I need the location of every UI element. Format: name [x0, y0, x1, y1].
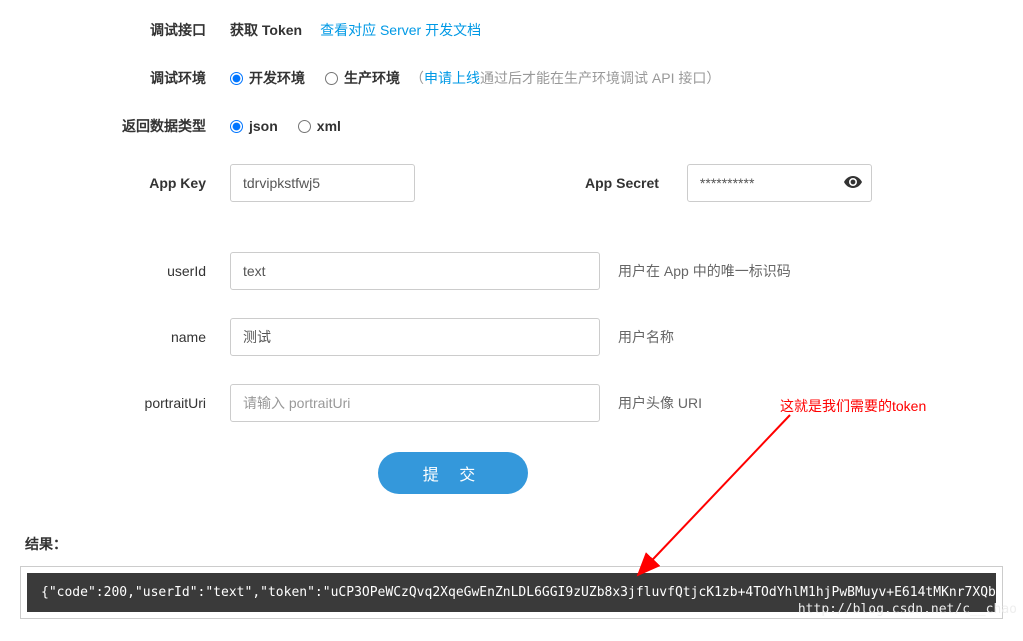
- submit-row: 提 交: [0, 452, 1023, 494]
- name-content: 用户名称: [230, 318, 1023, 356]
- env-label: 调试环境: [0, 68, 230, 88]
- datatype-label: 返回数据类型: [0, 116, 230, 136]
- datatype-radio-xml-input[interactable]: [298, 120, 311, 133]
- name-input[interactable]: [230, 318, 600, 356]
- appsecret-wrap: [687, 164, 872, 202]
- api-doc-link[interactable]: 查看对应 Server 开发文档: [320, 20, 481, 40]
- appkey-input[interactable]: [230, 164, 415, 202]
- userid-input[interactable]: [230, 252, 600, 290]
- api-label: 调试接口: [0, 20, 230, 40]
- portrait-row: portraitUri 用户头像 URI: [0, 384, 1023, 422]
- datatype-row: 返回数据类型 json xml: [0, 116, 1023, 136]
- userid-label: userId: [0, 263, 230, 279]
- datatype-radio-group: json xml: [230, 118, 341, 134]
- env-radio-prod-input[interactable]: [325, 72, 338, 85]
- portrait-input[interactable]: [230, 384, 600, 422]
- env-radio-dev-label: 开发环境: [249, 68, 305, 88]
- eye-icon[interactable]: [844, 175, 862, 191]
- datatype-radio-xml[interactable]: xml: [298, 118, 341, 134]
- result-box: {"code":200,"userId":"text","token":"uCP…: [20, 566, 1003, 619]
- datatype-radio-json[interactable]: json: [230, 118, 278, 134]
- datatype-radio-json-input[interactable]: [230, 120, 243, 133]
- name-desc: 用户名称: [618, 327, 674, 347]
- result-json: {"code":200,"userId":"text","token":"uCP…: [27, 573, 996, 612]
- env-radio-group: 开发环境 生产环境: [230, 68, 400, 88]
- env-radio-dev[interactable]: 开发环境: [230, 68, 305, 88]
- userid-content: 用户在 App 中的唯一标识码: [230, 252, 1023, 290]
- result-label: 结果：: [25, 534, 1023, 554]
- datatype-content: json xml: [230, 118, 1023, 134]
- portrait-content: 用户头像 URI: [230, 384, 1023, 422]
- datatype-radio-xml-label: xml: [317, 118, 341, 134]
- portrait-desc: 用户头像 URI: [618, 393, 702, 413]
- appkey-row: App Key App Secret: [0, 164, 1023, 202]
- userid-row: userId 用户在 App 中的唯一标识码: [0, 252, 1023, 290]
- userid-desc: 用户在 App 中的唯一标识码: [618, 261, 791, 281]
- appsecret-label: App Secret: [585, 175, 659, 191]
- api-row: 调试接口 获取 Token 查看对应 Server 开发文档: [0, 20, 1023, 40]
- env-hint-suffix: 通过后才能在生产环境调试 API 接口）: [480, 70, 720, 86]
- env-hint: （申请上线通过后才能在生产环境调试 API 接口）: [410, 68, 720, 88]
- env-hint-prefix: （: [410, 70, 424, 86]
- appkey-label: App Key: [0, 175, 230, 191]
- name-label: name: [0, 329, 230, 345]
- submit-button[interactable]: 提 交: [378, 452, 528, 494]
- env-radio-prod[interactable]: 生产环境: [325, 68, 400, 88]
- api-content: 获取 Token 查看对应 Server 开发文档: [230, 20, 1023, 40]
- portrait-label: portraitUri: [0, 395, 230, 411]
- env-hint-link[interactable]: 申请上线: [424, 70, 480, 86]
- env-row: 调试环境 开发环境 生产环境 （申请上线通过后才能在生产环境调试 API 接口）: [0, 68, 1023, 88]
- datatype-radio-json-label: json: [249, 118, 278, 134]
- env-radio-prod-label: 生产环境: [344, 68, 400, 88]
- env-radio-dev-input[interactable]: [230, 72, 243, 85]
- name-row: name 用户名称: [0, 318, 1023, 356]
- appkey-content: App Secret: [230, 164, 1023, 202]
- env-content: 开发环境 生产环境 （申请上线通过后才能在生产环境调试 API 接口）: [230, 68, 1023, 88]
- api-value: 获取 Token: [230, 20, 302, 40]
